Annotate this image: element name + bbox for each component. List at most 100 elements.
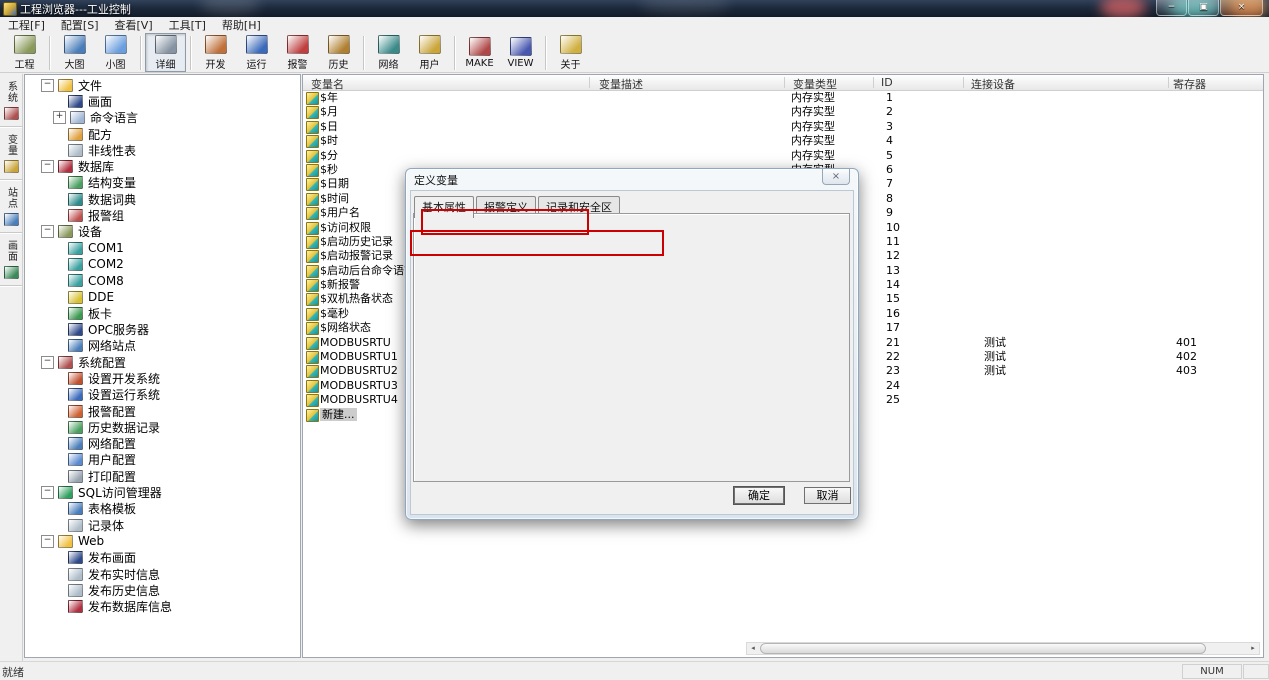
- column-header-变量类型[interactable]: 变量类型: [793, 76, 837, 92]
- column-header-连接设备[interactable]: 连接设备: [971, 76, 1015, 92]
- toolbar-button-用户[interactable]: 用户: [409, 33, 450, 72]
- toolbar-button-关于[interactable]: 关于: [550, 33, 591, 72]
- dialog-close-icon[interactable]: ×: [822, 169, 850, 185]
- tree-item-设备[interactable]: −设备: [25, 224, 300, 240]
- tree-item-发布画面[interactable]: 发布画面: [25, 550, 300, 566]
- scroll-left-icon[interactable]: [747, 643, 759, 654]
- tree-item-报警组[interactable]: 报警组: [25, 207, 300, 223]
- print-config-icon: [68, 470, 83, 483]
- column-header-寄存器[interactable]: 寄存器: [1173, 76, 1206, 92]
- tree-item-发布数据库信息[interactable]: 发布数据库信息: [25, 599, 300, 615]
- tree-item-COM8[interactable]: COM8: [25, 273, 300, 289]
- toolbar-button-小图[interactable]: 小图: [95, 33, 136, 72]
- side-tab-变量[interactable]: 变量: [0, 127, 22, 180]
- collapse-icon[interactable]: −: [41, 535, 54, 548]
- menu-item-1[interactable]: 配置[S]: [53, 16, 107, 34]
- screen-icon: [68, 95, 83, 108]
- collapse-icon[interactable]: −: [41, 356, 54, 369]
- column-separator[interactable]: [963, 77, 964, 88]
- tree-item-发布历史信息[interactable]: 发布历史信息: [25, 582, 300, 598]
- table-row-$时[interactable]: $时内存实型4: [303, 134, 1263, 148]
- tree-item-报警配置[interactable]: 报警配置: [25, 403, 300, 419]
- toolbar-button-VIEW[interactable]: VIEW: [500, 33, 541, 72]
- table-row-$月[interactable]: $月内存实型2: [303, 105, 1263, 119]
- menu-item-2[interactable]: 查看[V]: [107, 16, 161, 34]
- tree-item-数据库[interactable]: −数据库: [25, 158, 300, 174]
- toolbar-button-网络[interactable]: 网络: [368, 33, 409, 72]
- collapse-icon[interactable]: −: [41, 225, 54, 238]
- column-separator[interactable]: [589, 77, 590, 88]
- cell-id: 12: [886, 249, 900, 263]
- side-tab-站点[interactable]: 站点: [0, 180, 22, 233]
- collapse-icon[interactable]: −: [41, 160, 54, 173]
- tree-item-结构变量[interactable]: 结构变量: [25, 175, 300, 191]
- toolbar-button-报警[interactable]: 报警: [277, 33, 318, 72]
- tree-item-网络配置[interactable]: 网络配置: [25, 436, 300, 452]
- tree-item-画面[interactable]: 画面: [25, 93, 300, 109]
- menu-item-3[interactable]: 工具[T]: [161, 16, 214, 34]
- toolbar-button-大图[interactable]: 大图: [54, 33, 95, 72]
- restore-button[interactable]: ▣: [1188, 0, 1219, 16]
- minimize-button[interactable]: −: [1156, 0, 1187, 16]
- tree-item-文件[interactable]: −文件: [25, 77, 300, 93]
- toolbar-button-运行[interactable]: 运行: [236, 33, 277, 72]
- publish-realtime-icon: [68, 568, 83, 581]
- station-tab-icon: [4, 213, 19, 226]
- tree-item-设置运行系统[interactable]: 设置运行系统: [25, 387, 300, 403]
- cancel-button[interactable]: 取消: [804, 487, 851, 504]
- side-tab-画面[interactable]: 画面: [0, 233, 22, 286]
- tree-item-历史数据记录[interactable]: 历史数据记录: [25, 419, 300, 435]
- table-row-$年[interactable]: $年内存实型1: [303, 91, 1263, 105]
- tree-item-COM1[interactable]: COM1: [25, 240, 300, 256]
- tree-item-配方[interactable]: 配方: [25, 126, 300, 142]
- column-header-变量名[interactable]: 变量名: [311, 76, 344, 92]
- toolbar-button-label: 报警: [288, 56, 308, 71]
- tree-item-板卡[interactable]: 板卡: [25, 305, 300, 321]
- variable-icon: [306, 279, 319, 292]
- side-tab-系统[interactable]: 系统: [0, 74, 22, 127]
- horizontal-scrollbar[interactable]: [746, 642, 1260, 655]
- tree-item-表格模板[interactable]: 表格模板: [25, 501, 300, 517]
- tree-item-系统配置[interactable]: −系统配置: [25, 354, 300, 370]
- menu-item-4[interactable]: 帮助[H]: [214, 16, 269, 34]
- tree-item-网络站点[interactable]: 网络站点: [25, 338, 300, 354]
- ok-button[interactable]: 确定: [734, 487, 784, 504]
- tree-item-发布实时信息[interactable]: 发布实时信息: [25, 566, 300, 582]
- window-title: 工程浏览器---工业控制: [20, 1, 131, 17]
- toolbar-button-详细[interactable]: 详细: [145, 33, 186, 72]
- column-separator[interactable]: [1168, 77, 1169, 88]
- cell-name: $日: [320, 120, 338, 134]
- table-row-$日[interactable]: $日内存实型3: [303, 120, 1263, 134]
- toolbar-button-MAKE[interactable]: MAKE: [459, 33, 500, 72]
- column-separator[interactable]: [784, 77, 785, 88]
- tree-item-用户配置[interactable]: 用户配置: [25, 452, 300, 468]
- column-separator[interactable]: [873, 77, 874, 88]
- tree-item-设置开发系统[interactable]: 设置开发系统: [25, 370, 300, 386]
- tree-item-非线性表[interactable]: 非线性表: [25, 142, 300, 158]
- toolbar-button-开发[interactable]: 开发: [195, 33, 236, 72]
- tree-item-label: 发布实时信息: [88, 566, 160, 583]
- tree-item-记录体[interactable]: 记录体: [25, 517, 300, 533]
- table-row-$分[interactable]: $分内存实型5: [303, 149, 1263, 163]
- tree-item-打印配置[interactable]: 打印配置: [25, 468, 300, 484]
- tree-item-OPC服务器[interactable]: OPC服务器: [25, 321, 300, 337]
- variable-icon: [306, 394, 319, 407]
- tree-item-数据词典[interactable]: 数据词典: [25, 191, 300, 207]
- close-button[interactable]: ×: [1220, 0, 1263, 16]
- scrollbar-thumb[interactable]: [760, 643, 1206, 654]
- menu-item-0[interactable]: 工程[F]: [0, 16, 53, 34]
- scroll-right-icon[interactable]: [1247, 643, 1259, 654]
- column-header-ID[interactable]: ID: [881, 76, 893, 89]
- tree-item-COM2[interactable]: COM2: [25, 256, 300, 272]
- tree-item-Web[interactable]: −Web: [25, 533, 300, 549]
- column-header-变量描述[interactable]: 变量描述: [599, 76, 643, 92]
- collapse-icon[interactable]: −: [41, 486, 54, 499]
- side-tab-label: 系统: [4, 81, 19, 103]
- tree-item-DDE[interactable]: DDE: [25, 289, 300, 305]
- toolbar-button-工程[interactable]: 工程: [4, 33, 45, 72]
- expand-icon[interactable]: +: [53, 111, 66, 124]
- tree-item-SQL访问管理器[interactable]: −SQL访问管理器: [25, 484, 300, 500]
- collapse-icon[interactable]: −: [41, 79, 54, 92]
- tree-item-命令语言[interactable]: +命令语言: [25, 110, 300, 126]
- toolbar-button-历史[interactable]: 历史: [318, 33, 359, 72]
